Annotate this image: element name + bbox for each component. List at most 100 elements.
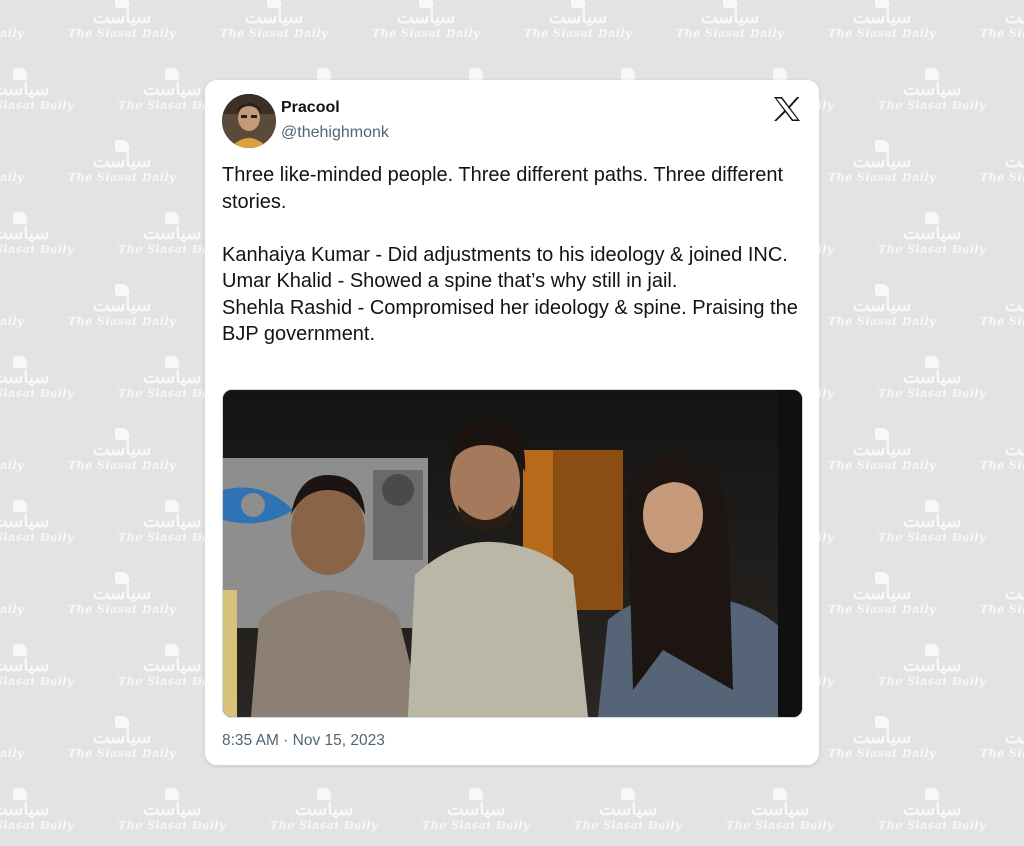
watermark-english: The Siasat Daily (68, 603, 176, 616)
watermark-tile: سیاستThe Siasat Daily (62, 428, 182, 472)
author-avatar[interactable] (222, 94, 276, 148)
watermark-english: The Siasat Daily (0, 531, 74, 544)
watermark-tile: سیاستThe Siasat Daily (974, 716, 1024, 761)
watermark-tile: سیاستThe Siasat Daily (0, 428, 30, 472)
watermark-english: The Siasat Daily (0, 603, 24, 616)
tweet-text: Three like-minded people. Three differen… (222, 164, 798, 345)
watermark-tile: سیاستThe Siasat Daily (0, 140, 30, 184)
watermark-urdu: سیاست (598, 799, 658, 820)
tweet-timestamp[interactable]: 8:35 AM · Nov 15, 2023 (222, 732, 385, 750)
watermark-english: The Siasat Daily (574, 819, 682, 832)
watermark-english: The Siasat Daily (980, 27, 1024, 40)
watermark-urdu: سیاست (548, 7, 608, 28)
tweet-photo[interactable] (222, 389, 803, 718)
watermark-english: The Siasat Daily (0, 747, 24, 760)
watermark-tile: سیاستThe Siasat Daily (974, 0, 1024, 41)
watermark-english: The Siasat Daily (878, 243, 986, 256)
watermark-english: The Siasat Daily (980, 315, 1024, 328)
watermark-english: The Siasat Daily (980, 171, 1024, 184)
watermark-english: The Siasat Daily (878, 819, 986, 832)
watermark-english: The Siasat Daily (726, 819, 834, 832)
watermark-tile: سیاستThe Siasat Daily (872, 644, 992, 688)
watermark-urdu: سیاست (92, 583, 152, 604)
watermark-urdu: سیاست (0, 729, 30, 747)
watermark-english: The Siasat Daily (524, 27, 632, 40)
watermark-tile: سیاستThe Siasat Daily (822, 0, 942, 40)
watermark-english: The Siasat Daily (828, 459, 936, 472)
watermark-english: The Siasat Daily (980, 747, 1024, 760)
watermark-english: The Siasat Daily (828, 315, 936, 328)
watermark-urdu: سیاست (0, 79, 50, 100)
watermark-tile: سیاستThe Siasat Daily (0, 212, 80, 256)
watermark-tile: سیاستThe Siasat Daily (974, 572, 1024, 617)
watermark-english: The Siasat Daily (0, 315, 24, 328)
watermark-english: The Siasat Daily (68, 171, 176, 184)
watermark-english: The Siasat Daily (878, 99, 986, 112)
watermark-tile: سیاستThe Siasat Daily (112, 788, 232, 832)
watermark-urdu: سیاست (92, 7, 152, 28)
watermark-tile: سیاستThe Siasat Daily (0, 500, 80, 544)
watermark-urdu: سیاست (902, 655, 962, 676)
watermark-urdu: سیاست (902, 799, 962, 820)
watermark-urdu: سیاست (0, 585, 30, 603)
watermark-tile: سیاستThe Siasat Daily (822, 572, 942, 616)
watermark-english: The Siasat Daily (980, 603, 1024, 616)
watermark-urdu: سیاست (0, 799, 50, 820)
watermark-english: The Siasat Daily (828, 171, 936, 184)
watermark-tile: سیاستThe Siasat Daily (518, 0, 638, 40)
watermark-tile: سیاستThe Siasat Daily (872, 788, 992, 832)
watermark-english: The Siasat Daily (878, 387, 986, 400)
watermark-urdu: سیاست (852, 727, 912, 748)
author-handle[interactable]: @thehighmonk (281, 124, 389, 142)
watermark-urdu: سیاست (852, 295, 912, 316)
watermark-english: The Siasat Daily (0, 243, 74, 256)
watermark-urdu: سیاست (852, 583, 912, 604)
watermark-urdu: سیاست (446, 799, 506, 820)
watermark-tile: سیاستThe Siasat Daily (974, 140, 1024, 185)
watermark-tile: سیاستThe Siasat Daily (62, 140, 182, 184)
watermark-urdu: سیاست (0, 9, 30, 27)
watermark-tile: سیاستThe Siasat Daily (872, 356, 992, 400)
watermark-urdu: سیاست (92, 151, 152, 172)
watermark-urdu: سیاست (852, 7, 912, 28)
watermark-tile: سیاستThe Siasat Daily (62, 0, 182, 40)
watermark-tile: سیاستThe Siasat Daily (822, 140, 942, 184)
watermark-english: The Siasat Daily (0, 171, 24, 184)
watermark-tile: سیاستThe Siasat Daily (872, 68, 992, 112)
watermark-tile: سیاستThe Siasat Daily (214, 0, 334, 40)
watermark-urdu: سیاست (1004, 439, 1024, 460)
watermark-english: The Siasat Daily (828, 27, 936, 40)
watermark-english: The Siasat Daily (828, 603, 936, 616)
watermark-urdu: سیاست (0, 655, 50, 676)
watermark-tile: سیاستThe Siasat Daily (872, 212, 992, 256)
watermark-urdu: سیاست (142, 799, 202, 820)
watermark-english: The Siasat Daily (68, 747, 176, 760)
x-logo-icon[interactable] (773, 96, 801, 122)
watermark-urdu: سیاست (902, 511, 962, 532)
watermark-english: The Siasat Daily (372, 27, 480, 40)
watermark-tile: سیاستThe Siasat Daily (62, 284, 182, 328)
author-name[interactable]: Pracool (281, 99, 340, 117)
watermark-english: The Siasat Daily (220, 27, 328, 40)
watermark-urdu: سیاست (902, 79, 962, 100)
tweet-card[interactable]: Pracool @thehighmonk Three like-minded p… (205, 80, 819, 765)
watermark-english: The Siasat Daily (878, 675, 986, 688)
watermark-tile: سیاستThe Siasat Daily (0, 68, 80, 112)
watermark-tile: سیاستThe Siasat Daily (416, 788, 536, 832)
watermark-urdu: سیاست (750, 799, 810, 820)
watermark-english: The Siasat Daily (0, 675, 74, 688)
watermark-english: The Siasat Daily (0, 27, 24, 40)
watermark-english: The Siasat Daily (68, 459, 176, 472)
watermark-urdu: سیاست (92, 727, 152, 748)
watermark-tile: سیاستThe Siasat Daily (568, 788, 688, 832)
watermark-tile: سیاستThe Siasat Daily (62, 572, 182, 616)
watermark-english: The Siasat Daily (68, 27, 176, 40)
watermark-urdu: سیاست (852, 151, 912, 172)
watermark-tile: سیاستThe Siasat Daily (670, 0, 790, 40)
watermark-urdu: سیاست (1004, 151, 1024, 172)
watermark-english: The Siasat Daily (0, 387, 74, 400)
watermark-urdu: سیاست (396, 7, 456, 28)
watermark-english: The Siasat Daily (68, 315, 176, 328)
watermark-tile: سیاستThe Siasat Daily (0, 0, 30, 40)
watermark-urdu: سیاست (244, 7, 304, 28)
